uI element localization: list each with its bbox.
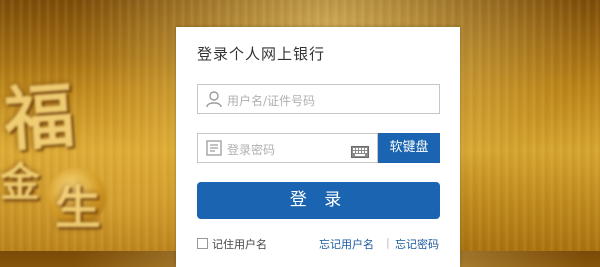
username-input[interactable]: 用户名/证件号码 <box>197 84 440 114</box>
forgot-username-link[interactable]: 忘记用户名 <box>319 236 374 252</box>
remember-username-checkbox[interactable] <box>197 238 208 249</box>
login-options-row: 记住用户名 忘记用户名 | 忘记密码 <box>197 236 440 252</box>
password-placeholder: 登录密码 <box>227 143 276 157</box>
background-glyph-sheng: 生 <box>55 181 101 235</box>
login-button[interactable]: 登 录 <box>197 182 440 219</box>
background-glyph-jin: 金 <box>0 159 40 206</box>
forgot-password-link[interactable]: 忘记密码 <box>395 236 439 252</box>
remember-username-label[interactable]: 记住用户名 <box>212 236 267 252</box>
link-separator: | <box>386 236 390 249</box>
password-field-icon <box>205 139 223 157</box>
login-panel: 登录个人网上银行 用户名/证件号码 登录密码 软键盘 登 录 记住用户名 忘记用… <box>176 27 460 267</box>
user-icon <box>205 90 223 108</box>
soft-keyboard-button[interactable]: 软键盘 <box>378 133 440 163</box>
username-placeholder: 用户名/证件号码 <box>227 94 316 108</box>
password-input[interactable]: 登录密码 <box>197 133 378 163</box>
login-title: 登录个人网上银行 <box>197 45 326 63</box>
keyboard-icon[interactable] <box>351 143 369 158</box>
